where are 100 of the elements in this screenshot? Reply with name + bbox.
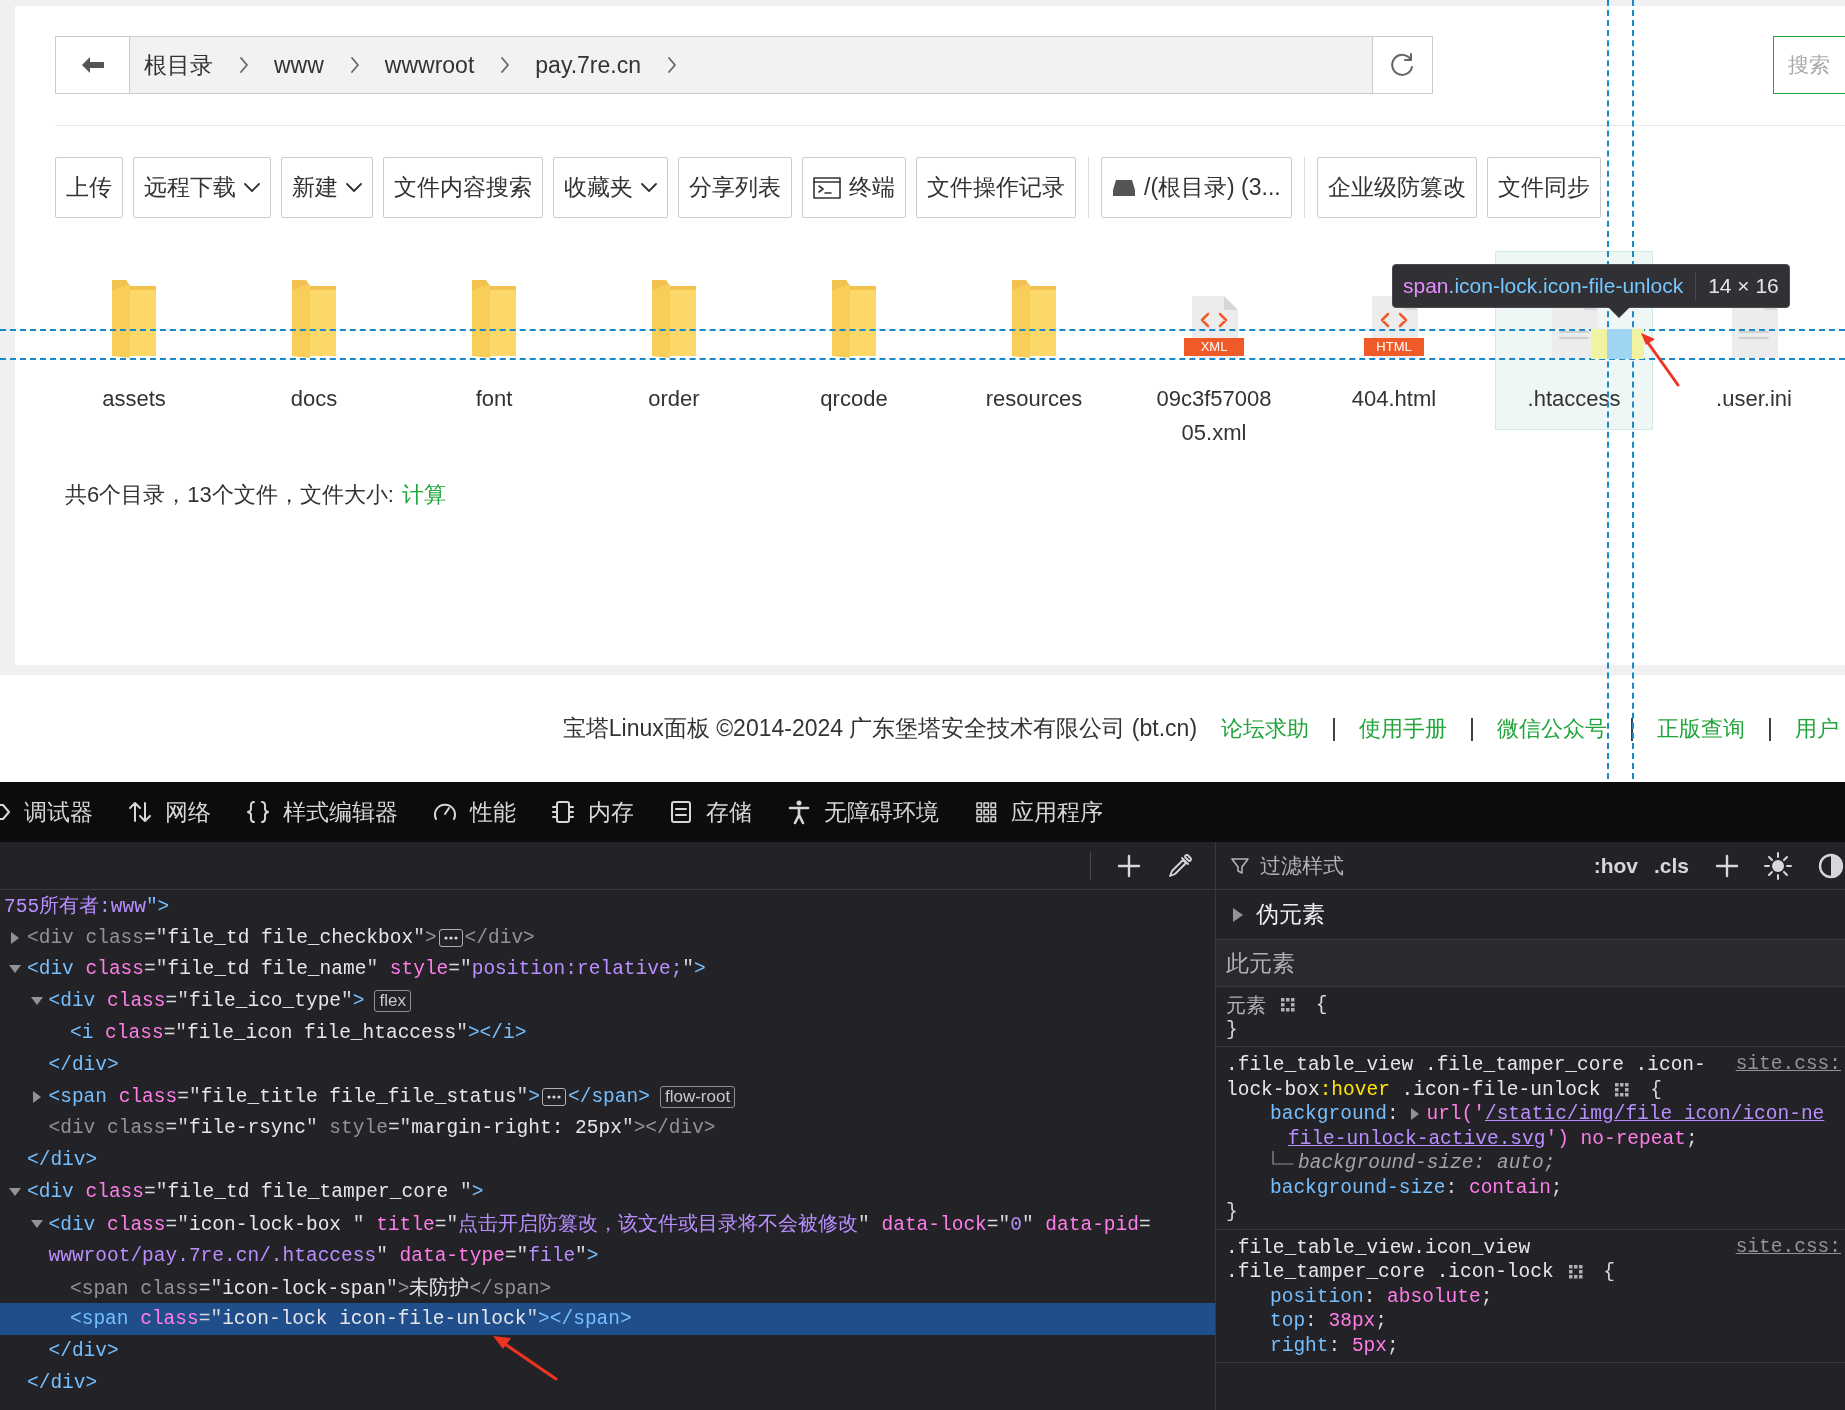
- code-text: position: absolute;: [1270, 1285, 1493, 1308]
- accessibility-icon: [786, 799, 812, 825]
- code-text: </div>: [48, 1340, 119, 1363]
- css-declaration[interactable]: position: absolute;: [1226, 1284, 1845, 1309]
- dom-node[interactable]: <div class="file_td file_checkbox"> </div>: [0, 921, 1215, 954]
- devtools-tab[interactable]: 存储: [668, 796, 752, 828]
- toolbar-button[interactable]: 收藏夹: [553, 157, 668, 218]
- source-link[interactable]: site.css:: [1735, 1235, 1841, 1258]
- file-name[interactable]: 09c3f5700805.xml: [1152, 382, 1276, 450]
- toolbar-button[interactable]: 文件同步: [1486, 157, 1601, 218]
- file-name[interactable]: .htaccess: [1512, 382, 1636, 416]
- plus-icon[interactable]: [1117, 853, 1141, 878]
- code-text: {: [1602, 1261, 1616, 1284]
- dom-node[interactable]: <div class="file_td file_name" style="position:relative;">: [0, 953, 1215, 986]
- css-declaration[interactable]: top: 38px;: [1226, 1309, 1845, 1334]
- contrast-icon[interactable]: [1817, 851, 1845, 880]
- plus-icon[interactable]: [1715, 853, 1739, 878]
- toolbar-button[interactable]: 远程下载: [133, 157, 271, 218]
- display-badge[interactable]: flow-root: [659, 1085, 736, 1108]
- grid-icon[interactable]: [1614, 1081, 1631, 1098]
- code-text: .file_table_view .file_tamper_core .icon-: [1226, 1054, 1706, 1077]
- file-name[interactable]: docs: [252, 382, 376, 416]
- css-declaration[interactable]: file-unlock-active.svg') no-repeat;: [1226, 1126, 1845, 1151]
- dom-node[interactable]: <span class="icon-lock-span">未防护</span>: [0, 1271, 1215, 1304]
- filter-field[interactable]: 过滤样式: [1258, 852, 1498, 879]
- dom-node[interactable]: <div class="file_td file_tamper_core ">: [0, 1176, 1215, 1208]
- expand-triangle-icon[interactable]: [1410, 1107, 1421, 1122]
- eyedropper-icon[interactable]: [1167, 852, 1193, 879]
- dom-node[interactable]: <div class="file-rsync" style="margin-right: 25px"></div>: [0, 1112, 1215, 1145]
- ellipsis-button[interactable]: [542, 1087, 566, 1106]
- code-text: <div class="file_td file_name" style="position:relative;">: [27, 958, 706, 981]
- braces-icon: [245, 799, 271, 825]
- code-text: <div class="icon-lock-box " title="点击开启防篡改，该文件或目录将不会被修改" data-lock="0" data-pid=: [48, 1212, 1151, 1238]
- toolbar-button[interactable]: 文件内容搜索: [383, 157, 543, 218]
- devtools-tab[interactable]: 应用程序: [973, 796, 1103, 828]
- toggle-button[interactable]: .cls: [1653, 853, 1689, 878]
- toolbar-button[interactable]: 分享列表: [678, 157, 792, 218]
- file-name[interactable]: font: [432, 382, 556, 416]
- code-text: <span class="icon-lock-span">未防护</span>: [70, 1276, 552, 1301]
- breadcrumb-link[interactable]: www: [266, 51, 332, 79]
- chevron-right-icon: [500, 56, 511, 74]
- file-name[interactable]: order: [612, 382, 736, 416]
- css-declaration[interactable]: right: 5px;: [1226, 1333, 1845, 1358]
- code-text: background-size: contain;: [1270, 1176, 1563, 1199]
- toolbar-button[interactable]: 新建: [281, 157, 373, 218]
- code-text: url('/static/img/file_icon/icon-ne: [1426, 1103, 1825, 1126]
- breadcrumb-link[interactable]: wwwroot: [376, 51, 483, 79]
- code-text: wwwroot/pay.7re.cn/.htaccess" data-type="file">: [48, 1244, 599, 1267]
- devtools-tab[interactable]: 内存: [550, 796, 634, 828]
- code-text: </span>: [568, 1085, 650, 1108]
- devtools-tab[interactable]: 网络: [127, 796, 211, 828]
- filter-icon: [1230, 855, 1250, 876]
- devtools-tab[interactable]: 无障碍环境: [786, 796, 939, 828]
- code-text: <span class="icon-lock icon-file-unlock"></span>: [70, 1308, 632, 1331]
- search-field[interactable]: 搜索: [1773, 36, 1845, 94]
- file-name[interactable]: .user.ini: [1692, 382, 1816, 416]
- chip-icon: [550, 799, 576, 825]
- devtools-tab[interactable]: 样式编辑器: [245, 796, 398, 828]
- grid-icon[interactable]: [1567, 1264, 1584, 1281]
- toggle-button[interactable]: :hov: [1593, 853, 1638, 878]
- back-button[interactable]: [56, 37, 130, 93]
- code-text: top: 38px;: [1270, 1310, 1388, 1333]
- code-text: .file_tamper_core .icon-lock: [1226, 1261, 1554, 1284]
- code-text: }: [1226, 1018, 1238, 1041]
- file-name[interactable]: 404.html: [1332, 382, 1456, 416]
- css-declaration[interactable]: background: url('/static/img/file_icon/icon-ne: [1226, 1102, 1845, 1127]
- tooltip-size: 14 × 16: [1708, 274, 1779, 298]
- chevron-right-icon: [239, 56, 249, 74]
- dom-node[interactable]: <div class="icon-lock-box " title="点击开启防篡改，该文件或目录将不会被修改" data-lock="0" data-pid=: [0, 1207, 1215, 1240]
- grid-icon[interactable]: [1280, 997, 1296, 1014]
- dom-node[interactable]: <span class="icon-lock icon-file-unlock"></span>: [0, 1303, 1215, 1336]
- css-declaration[interactable]: background-size: auto;: [1226, 1151, 1845, 1176]
- breadcrumb-link[interactable]: 根目录: [136, 49, 221, 81]
- section-title: 伪元素: [1256, 900, 1325, 929]
- sun-icon[interactable]: [1763, 850, 1793, 881]
- toolbar-button[interactable]: 文件操作记录: [916, 157, 1076, 218]
- toolbar-button[interactable]: 上传: [55, 157, 123, 218]
- file-name[interactable]: resources: [972, 382, 1096, 416]
- breadcrumb-link[interactable]: pay.7re.cn: [527, 51, 649, 79]
- display-badge[interactable]: flex: [374, 990, 411, 1013]
- devtools-tab[interactable]: 性能: [432, 796, 516, 828]
- toolbar-button[interactable]: /(根目录) (3...: [1101, 157, 1292, 218]
- file-name[interactable]: qrcode: [792, 382, 916, 416]
- expand-triangle-icon[interactable]: [1232, 906, 1244, 923]
- annotation-arrow: [490, 1333, 560, 1383]
- dom-node[interactable]: <span class="file_title file_file_status"> </span> flow-root: [0, 1080, 1215, 1113]
- code-text: </div>: [48, 1053, 119, 1076]
- css-declaration[interactable]: background-size: contain;: [1226, 1175, 1845, 1200]
- summary-text: 共6个目录，13个文件，文件大小:: [65, 481, 394, 509]
- refresh-button[interactable]: [1372, 37, 1432, 93]
- dom-node[interactable]: <i class="file_icon file_htaccess"></i>: [0, 1017, 1215, 1049]
- devtools-tab[interactable]: 调试器: [0, 796, 93, 828]
- dom-node[interactable]: <div class="file_ico_type"> flex: [0, 985, 1215, 1018]
- file-name[interactable]: assets: [72, 382, 196, 416]
- source-link[interactable]: site.css:: [1735, 1053, 1841, 1075]
- grid-icon: [973, 799, 999, 825]
- toolbar-button[interactable]: 企业级防篡改: [1316, 157, 1477, 218]
- toolbar-button[interactable]: 终端: [802, 157, 906, 218]
- ellipsis-button[interactable]: [438, 928, 463, 947]
- chevron-right-icon: [667, 56, 677, 74]
